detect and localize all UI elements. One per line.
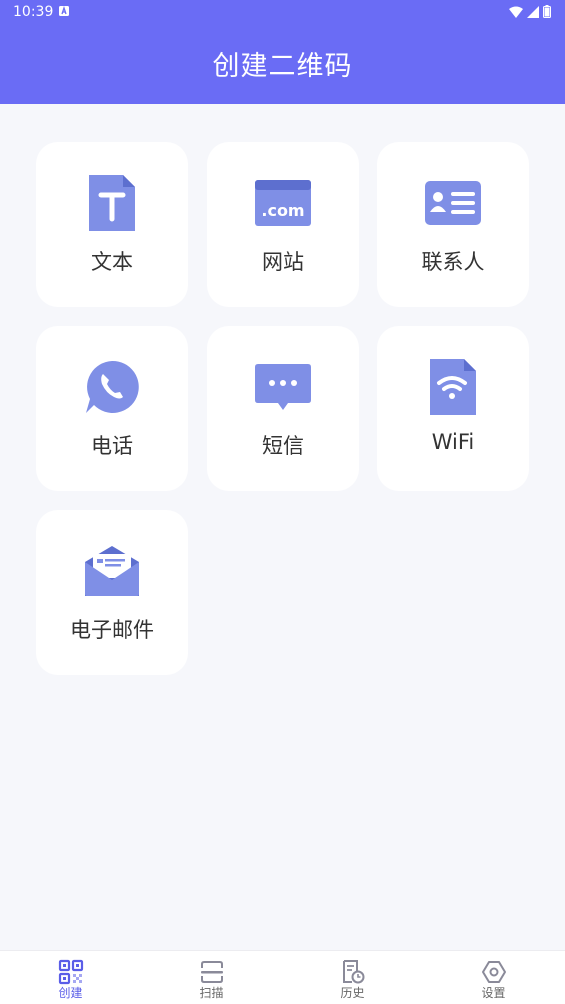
notification-a-icon — [59, 6, 69, 16]
card-label: 文本 — [91, 250, 133, 274]
nav-create[interactable]: 创建 — [0, 951, 141, 1004]
battery-icon — [543, 5, 551, 18]
create-wifi-card[interactable]: WiFi — [377, 326, 529, 491]
nav-history[interactable]: 历史 — [282, 951, 423, 1004]
nav-label: 创建 — [58, 986, 83, 1000]
bottom-nav: 创建 扫描 历史 设置 — [0, 950, 565, 1004]
create-sms-card[interactable]: 短信 — [207, 326, 359, 491]
card-label: 短信 — [262, 434, 304, 458]
card-label: WiFi — [431, 430, 475, 454]
status-bar: 10:39 — [0, 0, 565, 24]
email-envelope-icon — [85, 546, 139, 596]
card-label: 网站 — [262, 250, 304, 274]
status-icons — [509, 5, 551, 18]
wifi-signal-icon — [509, 6, 523, 18]
contact-card-icon — [425, 181, 481, 225]
nav-label: 历史 — [340, 986, 365, 1000]
sms-bubble-icon — [255, 364, 311, 410]
history-icon — [342, 960, 364, 984]
svg-text:.com: .com — [261, 201, 304, 220]
create-text-card[interactable]: 文本 — [36, 142, 188, 307]
qr-create-icon — [58, 959, 83, 985]
phone-icon — [86, 360, 139, 413]
nav-scan[interactable]: 扫描 — [141, 951, 282, 1004]
create-website-card[interactable]: .com 网站 — [207, 142, 359, 307]
cell-signal-icon — [527, 5, 539, 18]
create-contact-card[interactable]: 联系人 — [377, 142, 529, 307]
wifi-file-icon — [430, 359, 476, 415]
nav-label: 扫描 — [199, 986, 224, 1000]
create-email-card[interactable]: 电子邮件 — [36, 510, 188, 675]
app-header: 10:39 创建二维码 — [0, 0, 565, 104]
website-com-icon: .com — [255, 180, 311, 226]
nav-label: 设置 — [481, 986, 506, 1000]
card-label: 电话 — [91, 434, 133, 458]
scan-icon — [200, 961, 223, 983]
status-time: 10:39 — [13, 4, 54, 20]
page-title: 创建二维码 — [212, 51, 353, 82]
settings-icon — [481, 961, 506, 983]
card-label: 电子邮件 — [70, 618, 154, 642]
card-label: 联系人 — [421, 250, 485, 274]
text-file-icon — [89, 175, 135, 231]
nav-settings[interactable]: 设置 — [423, 951, 564, 1004]
create-phone-card[interactable]: 电话 — [36, 326, 188, 491]
